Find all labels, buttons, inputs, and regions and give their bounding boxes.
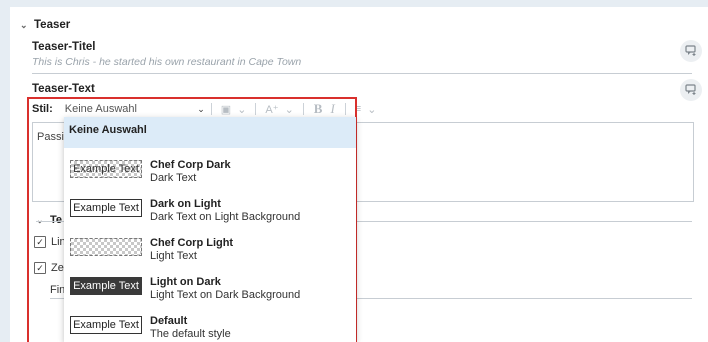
style-preview: Example Text (70, 199, 142, 217)
style-preview (70, 238, 142, 256)
comment-add-icon (685, 45, 696, 56)
dropdown-option[interactable]: Example Text Chef Corp Dark Dark Text (64, 148, 356, 187)
teaser-section-label: Teaser (34, 19, 71, 31)
dropdown-option[interactable]: Example Text Default The default style (64, 304, 356, 342)
dropdown-option[interactable]: Example Text Dark on Light Dark Text on … (64, 187, 356, 226)
style-name: Default (150, 315, 188, 327)
teaser-title-label: Teaser-Titel (32, 41, 96, 53)
style-description: Light Text on Dark Background (150, 289, 301, 301)
style-name: Light on Dark (150, 276, 221, 288)
style-preview: Example Text (70, 316, 142, 334)
title-underline (32, 73, 692, 74)
style-preview: Example Text (70, 160, 142, 178)
teaser-title-input[interactable]: This is Chris - he started his own resta… (32, 56, 301, 68)
style-preview: Example Text (70, 277, 142, 295)
dropdown-option[interactable]: Example Text Light on Dark Light Text on… (64, 265, 356, 304)
comment-add-icon (685, 84, 696, 95)
style-description: Dark Text on Light Background (150, 211, 301, 223)
style-name: Chef Corp Light (150, 237, 234, 249)
chevron-down-icon[interactable]: ⌄ (367, 103, 376, 116)
dropdown-option-none[interactable]: Keine Auswahl (64, 117, 356, 148)
add-comment-button-title[interactable] (680, 40, 702, 62)
teaser-section-header[interactable]: ⌄ Teaser (20, 19, 70, 31)
add-comment-button-text[interactable] (680, 79, 702, 101)
style-name: Chef Corp Dark (150, 159, 231, 171)
style-name: Dark on Light (150, 198, 221, 210)
style-description: The default style (150, 328, 231, 340)
style-dropdown-menu: Keine Auswahl Example Text Chef Corp Dar… (64, 117, 356, 342)
chevron-down-icon[interactable]: ⌄ (20, 20, 28, 31)
style-description: Light Text (150, 250, 197, 262)
style-description: Dark Text (150, 172, 197, 184)
teaser-text-label: Teaser-Text (32, 83, 95, 95)
dropdown-option[interactable]: Chef Corp Light Light Text (64, 226, 356, 265)
